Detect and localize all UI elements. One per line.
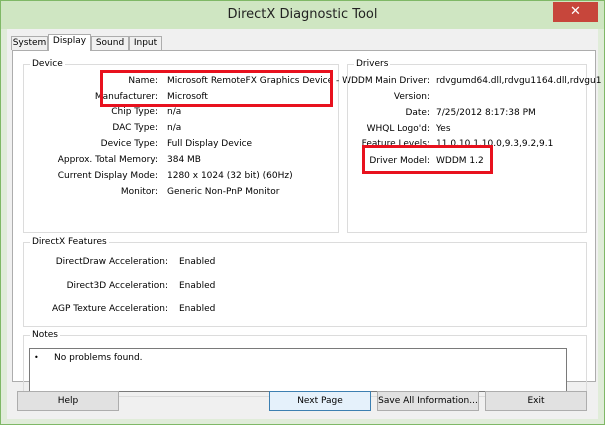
main-driver-value: rdvgumd64.dll,rdvgu1164.dll,rdvgu1 xyxy=(436,76,602,86)
directdraw-label: DirectDraw Acceleration: xyxy=(55,257,168,267)
memory-label: Approx. Total Memory: xyxy=(57,155,158,165)
device-type-value: Full Display Device xyxy=(167,139,253,149)
direct3d-label: Direct3D Acceleration: xyxy=(66,281,168,291)
display-mode-value: 1280 x 1024 (32 bit) (60Hz) xyxy=(167,171,293,181)
notes-group: Notes • No problems found. xyxy=(23,330,587,397)
tab-label: Input xyxy=(133,38,158,48)
drivers-group-label: Drivers xyxy=(354,59,391,69)
directdraw-value: Enabled xyxy=(179,257,216,267)
tab-display[interactable]: Display xyxy=(48,34,91,51)
main-driver-label: Main Driver: xyxy=(375,76,430,86)
whql-value: Yes xyxy=(436,124,451,134)
monitor-value: Generic Non-PnP Monitor xyxy=(167,187,280,197)
bullet-icon: • xyxy=(34,353,39,362)
title-bar[interactable]: DirectX Diagnostic Tool ✕ xyxy=(1,1,604,29)
version-label: Version: xyxy=(393,92,430,102)
display-mode-label: Current Display Mode: xyxy=(57,171,158,181)
dxdiag-window: DirectX Diagnostic Tool ✕ System Display… xyxy=(0,0,605,425)
directx-features-group: DirectX Features DirectDraw Acceleration… xyxy=(23,237,587,327)
close-icon: ✕ xyxy=(570,4,581,19)
monitor-label: Monitor: xyxy=(120,187,158,197)
dac-type-value: n/a xyxy=(167,123,182,133)
client-area: System Display Sound Input Device Name: … xyxy=(7,29,601,419)
display-tab-panel: Device Name: Microsoft RemoteFX Graphics… xyxy=(12,50,601,397)
exit-button[interactable]: Exit xyxy=(485,391,587,411)
tab-label: Display xyxy=(52,36,87,46)
features-group-label: DirectX Features xyxy=(30,237,109,247)
chip-type-value: n/a xyxy=(167,107,182,117)
highlight-driver-model xyxy=(362,145,493,174)
highlight-name-manufacturer xyxy=(100,70,333,107)
window-title: DirectX Diagnostic Tool xyxy=(227,7,378,22)
next-page-button[interactable]: Next Page xyxy=(269,391,371,411)
close-button[interactable]: ✕ xyxy=(553,2,598,22)
tab-label: System xyxy=(12,38,47,48)
agp-label: AGP Texture Acceleration: xyxy=(51,304,168,314)
tab-system[interactable]: System xyxy=(11,36,48,50)
notes-item: No problems found. xyxy=(54,353,143,363)
memory-value: 384 MB xyxy=(167,155,201,165)
device-type-label: Device Type: xyxy=(100,139,158,149)
dac-type-label: DAC Type: xyxy=(112,123,158,133)
tab-label: Sound xyxy=(95,38,125,48)
notes-group-label: Notes xyxy=(30,330,60,340)
notes-textbox[interactable]: • No problems found. xyxy=(29,348,567,392)
direct3d-value: Enabled xyxy=(179,281,216,291)
chip-type-label: Chip Type: xyxy=(111,107,158,117)
tab-input[interactable]: Input xyxy=(129,36,162,50)
tab-sound[interactable]: Sound xyxy=(91,36,129,50)
save-all-information-button[interactable]: Save All Information... xyxy=(377,391,479,411)
agp-value: Enabled xyxy=(179,304,216,314)
date-label: Date: xyxy=(405,108,430,118)
whql-label: WHQL Logo'd: xyxy=(366,124,430,134)
device-group-label: Device xyxy=(30,59,65,69)
date-value: 7/25/2012 8:17:38 PM xyxy=(436,108,536,118)
help-button[interactable]: Help xyxy=(17,391,119,411)
